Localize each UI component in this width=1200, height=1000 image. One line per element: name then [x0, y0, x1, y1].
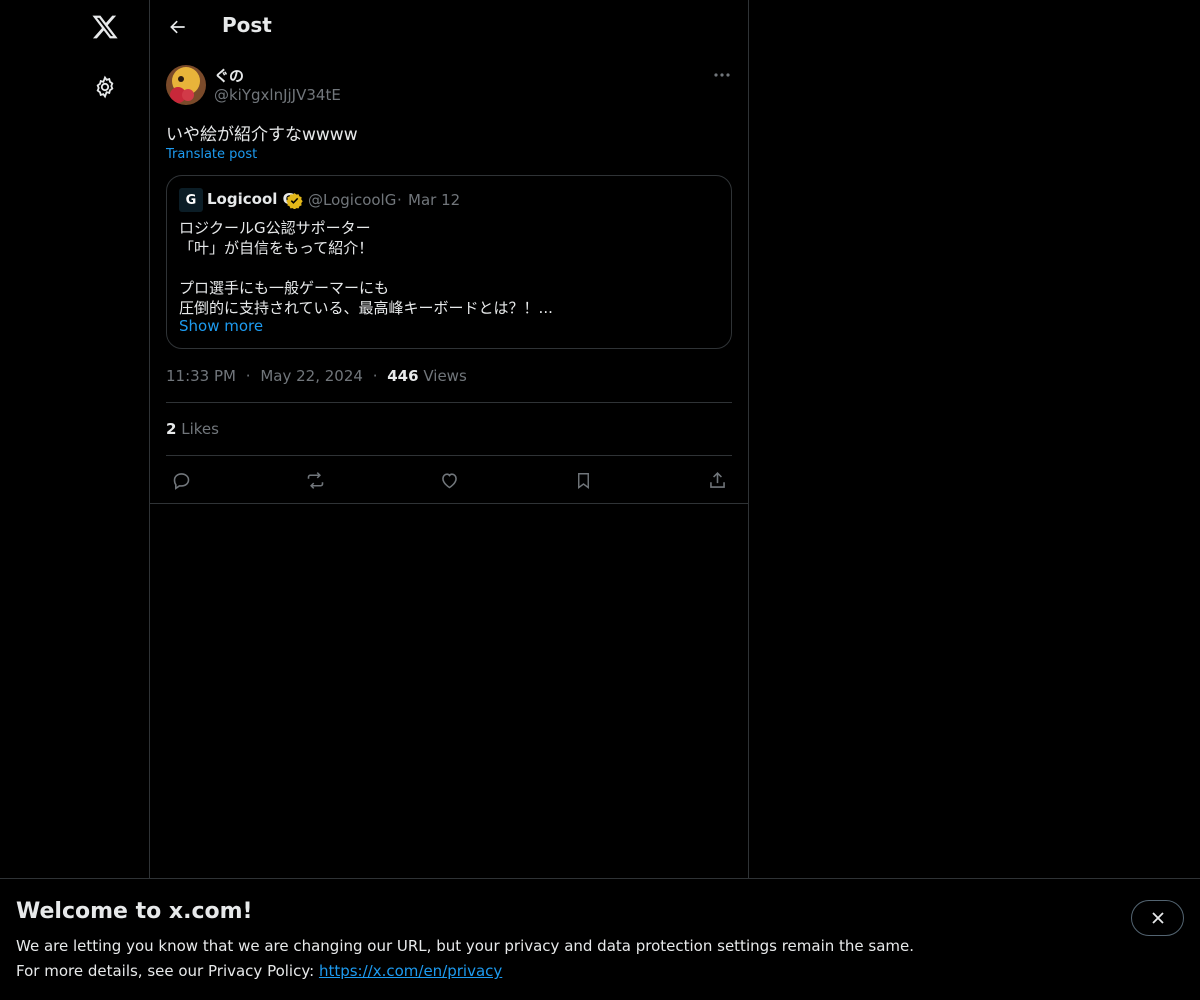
author-handle[interactable]: @kiYgxlnJjJV34tE [214, 86, 341, 104]
separator-dot: · [245, 367, 251, 385]
privacy-policy-link[interactable]: https://x.com/en/privacy [319, 962, 502, 980]
banner-privacy-line: For more details, see our Privacy Policy… [16, 962, 502, 980]
main-column: Post ぐの @kiYgxlnJjJV34tE いや絵が紹介すなwwww Tr… [150, 0, 749, 1000]
likes-stat[interactable]: 2 Likes [166, 420, 219, 438]
quoted-post-date: Mar 12 [408, 191, 461, 209]
like-heart-icon[interactable] [436, 467, 462, 493]
quoted-text-line: ロジクールG公認サポーター [179, 219, 371, 237]
x-logo-icon[interactable] [89, 11, 121, 43]
avatar[interactable] [166, 65, 206, 105]
likes-count: 2 [166, 420, 177, 438]
author-name[interactable]: ぐの [214, 65, 244, 86]
divider [166, 455, 732, 456]
welcome-banner: Welcome to x.com! We are letting you kno… [0, 878, 1200, 1000]
banner-title: Welcome to x.com! [16, 899, 253, 924]
bookmark-icon[interactable] [570, 467, 596, 493]
settings-gear-icon[interactable] [89, 71, 121, 103]
separator-dot: · [372, 367, 378, 385]
views-label: Views [423, 367, 467, 385]
quoted-post[interactable]: G Logicool G @LogicoolG · Mar 12 ロジクールG公… [166, 175, 732, 349]
verified-badge-icon [286, 192, 303, 210]
sidebar [0, 0, 150, 1000]
quoted-text-line: プロ選手にも一般ゲーマーにも [179, 279, 390, 297]
share-icon[interactable] [704, 467, 730, 493]
views-count: 446 [387, 367, 419, 385]
post-date[interactable]: May 22, 2024 [260, 367, 363, 385]
quoted-text-line: 圧倒的に支持されている、最高峰キーボードとは？！... [179, 299, 553, 317]
show-more-link[interactable]: Show more [179, 317, 263, 335]
page-header: Post [150, 0, 749, 54]
banner-message: We are letting you know that we are chan… [16, 937, 915, 955]
quoted-author-handle: @LogicoolG [308, 191, 397, 209]
repost-icon[interactable] [302, 467, 328, 493]
separator-dot: · [397, 191, 402, 209]
divider [166, 402, 732, 403]
close-icon [1151, 912, 1164, 924]
more-options-icon[interactable] [708, 64, 736, 86]
quoted-author-logo: G [179, 188, 203, 212]
quoted-author-name: Logicool G [207, 190, 295, 208]
post-metadata: 11:33 PM · May 22, 2024 · 446 Views [166, 367, 467, 385]
divider [150, 503, 749, 504]
back-arrow-icon[interactable] [162, 11, 194, 43]
translate-post-link[interactable]: Translate post [166, 147, 257, 162]
likes-label: Likes [181, 420, 219, 438]
quoted-text-line: 「叶」が自信をもって紹介！ [179, 239, 374, 257]
post-time[interactable]: 11:33 PM [166, 367, 236, 385]
reply-icon[interactable] [168, 467, 194, 493]
page-title: Post [222, 13, 272, 37]
close-banner-button[interactable] [1131, 900, 1184, 936]
banner-privacy-prefix: For more details, see our Privacy Policy… [16, 962, 319, 980]
post-text: いや絵が紹介すなwwww [166, 125, 358, 145]
